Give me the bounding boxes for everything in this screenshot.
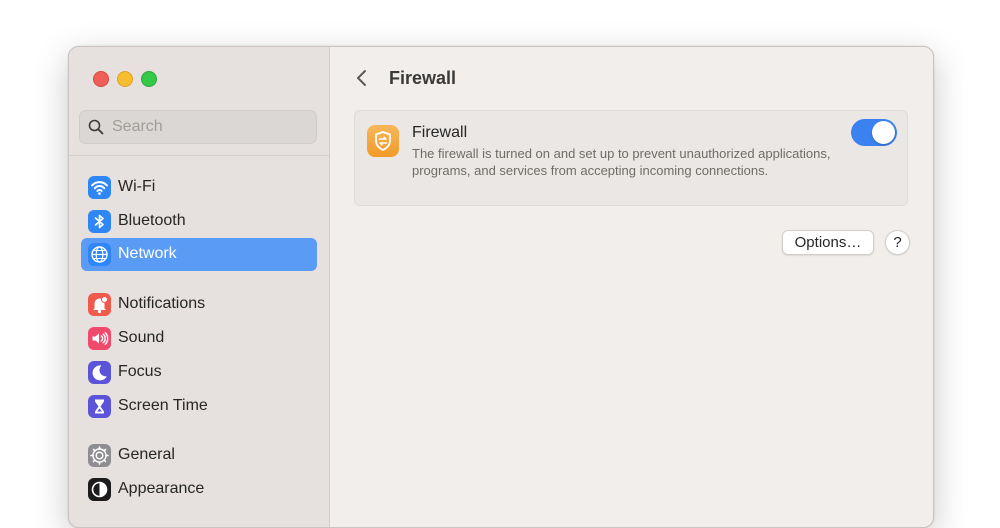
sidebar-item-label: Appearance	[118, 480, 205, 497]
search-field[interactable]	[79, 110, 317, 144]
back-button[interactable]	[352, 67, 372, 89]
firewall-icon	[367, 125, 399, 157]
sidebar-item-label: Network	[118, 245, 177, 262]
sidebar-item-screen-time[interactable]: Screen Time	[81, 390, 317, 423]
sidebar-item-label: Sound	[118, 329, 165, 346]
sidebar-item-bluetooth[interactable]: Bluetooth	[81, 205, 317, 238]
search-icon	[88, 119, 104, 135]
moon-icon	[88, 361, 111, 384]
sidebar-item-notifications[interactable]: Notifications	[81, 288, 317, 321]
search-input[interactable]	[112, 117, 302, 137]
settings-window: Wi-Fi Bluetooth Network	[68, 46, 934, 528]
sidebar-item-appearance[interactable]: Appearance	[81, 473, 317, 506]
sidebar-item-label: Wi-Fi	[118, 178, 156, 195]
sidebar-item-label: Screen Time	[118, 397, 208, 414]
bell-badge-icon	[88, 293, 111, 316]
sidebar-item-label: Bluetooth	[118, 212, 186, 229]
page-title: Firewall	[389, 68, 457, 88]
sidebar-item-general[interactable]: General	[81, 439, 317, 472]
firewall-card: Firewall The firewall is turned on and s…	[354, 110, 908, 206]
options-button[interactable]: Options…	[782, 230, 874, 255]
sidebar-item-label: Notifications	[118, 295, 206, 312]
hourglass-icon	[88, 395, 111, 418]
toggle-knob	[872, 121, 895, 144]
sidebar: Wi-Fi Bluetooth Network	[69, 47, 330, 527]
globe-icon	[88, 243, 111, 266]
appearance-icon	[88, 478, 111, 501]
gear-icon	[88, 444, 111, 467]
sidebar-item-network[interactable]: Network	[81, 238, 317, 271]
sidebar-item-label: General	[118, 446, 175, 463]
sidebar-item-focus[interactable]: Focus	[81, 356, 317, 389]
sidebar-item-sound[interactable]: Sound	[81, 322, 317, 355]
main-content: Firewall Firewall The firewall is turned…	[330, 47, 933, 527]
speaker-icon	[88, 327, 111, 350]
sidebar-item-wifi[interactable]: Wi-Fi	[81, 171, 317, 204]
window-minimize-button[interactable]	[117, 71, 133, 87]
help-button[interactable]: ?	[885, 230, 910, 255]
sidebar-divider	[69, 155, 329, 156]
window-close-button[interactable]	[93, 71, 109, 87]
firewall-description: The firewall is turned on and set up to …	[412, 146, 831, 178]
chevron-left-icon	[357, 70, 366, 86]
firewall-title: Firewall	[412, 124, 468, 141]
bluetooth-icon	[88, 210, 111, 233]
window-zoom-button[interactable]	[141, 71, 157, 87]
wifi-icon	[88, 176, 111, 199]
sidebar-item-label: Focus	[118, 363, 162, 380]
firewall-toggle[interactable]	[851, 119, 897, 146]
